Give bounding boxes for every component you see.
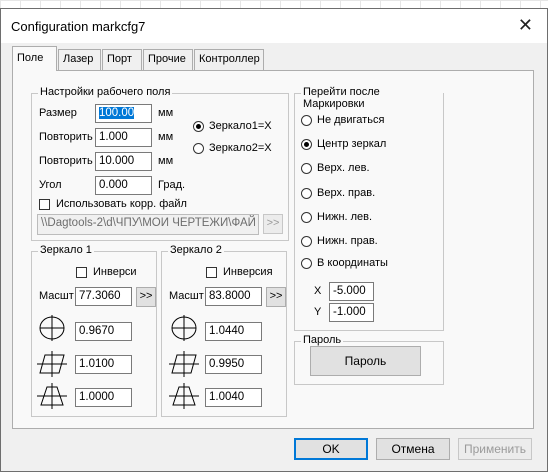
password-button[interactable]: Пароль <box>310 346 421 376</box>
mirror1-legend: Зеркало 1 <box>38 244 94 256</box>
radio-no-move[interactable] <box>301 115 312 126</box>
use-corr-label: Использовать корр. файл <box>56 198 187 210</box>
mirror2-scale-button[interactable]: >> <box>266 287 286 307</box>
angle-label: Угол <box>39 179 62 191</box>
tab-other[interactable]: Прочие <box>143 49 193 70</box>
radio-top-right[interactable] <box>301 188 312 199</box>
trapezoid-icon <box>37 383 67 409</box>
mirror2-param1[interactable]: 1.0440 <box>205 322 262 341</box>
mirror2-scale-input[interactable]: 83.8000 <box>205 287 262 306</box>
repeat2-label: Повторить <box>39 155 93 167</box>
label-center-mirrors: Центр зеркал <box>317 138 387 150</box>
circle-split-icon <box>171 315 197 341</box>
corr-browse-button[interactable]: >> <box>263 214 283 234</box>
tab-controller[interactable]: Контроллер <box>194 49 264 70</box>
mirror2-x-radio[interactable] <box>193 143 204 154</box>
close-icon[interactable]: ✕ <box>518 15 533 35</box>
size-value: 100.00 <box>99 107 135 119</box>
mirror1-param2[interactable]: 1.0100 <box>75 355 132 374</box>
repeat1-label: Повторить <box>39 131 93 143</box>
mirror1-x-label: Зеркало1=X <box>209 120 272 132</box>
after-mark-legend: Перейти после Маркировки <box>301 86 443 110</box>
tab-pole[interactable]: Поле <box>12 46 57 71</box>
parallelogram-icon <box>169 351 199 377</box>
mirror2-param3[interactable]: 1.0040 <box>205 388 262 407</box>
apply-button[interactable]: Применить <box>458 438 532 460</box>
x-coordinate-input[interactable]: -5.000 <box>329 282 374 301</box>
mirror2-invert-checkbox[interactable] <box>206 267 217 278</box>
y-label: Y <box>314 306 322 318</box>
repeat1-input[interactable]: 1.000 <box>95 128 152 147</box>
mirror1-param1[interactable]: 0.9670 <box>75 322 132 341</box>
mirror1-invert-checkbox[interactable] <box>76 267 87 278</box>
window-title: Configuration markcfg7 <box>11 19 146 34</box>
field-settings-legend: Настройки рабочего поля <box>38 86 173 98</box>
mirror1-x-radio[interactable] <box>193 121 204 132</box>
label-bottom-left: Нижн. лев. <box>317 211 373 223</box>
x-label: X <box>314 285 322 297</box>
mirror1-invert-label: Инверси <box>93 266 137 278</box>
size-label: Размер <box>39 107 77 119</box>
repeat2-unit: мм <box>158 155 174 167</box>
label-bottom-right: Нижн. прав. <box>317 235 378 247</box>
size-input[interactable]: 100.00 <box>95 104 152 123</box>
label-top-left: Верх. лев. <box>317 162 370 174</box>
password-legend: Пароль <box>301 334 344 346</box>
mirror1-scale-label: Масшт <box>39 290 74 302</box>
angle-unit: Град. <box>158 179 186 191</box>
corr-file-path[interactable]: \\Dagtools-2\d\ЧПУ\МОИ ЧЕРТЕЖИ\ФАЙ <box>37 214 259 235</box>
radio-bottom-right[interactable] <box>301 236 312 247</box>
mirror2-param2[interactable]: 0.9950 <box>205 355 262 374</box>
mirror2-x-label: Зеркало2=X <box>209 142 272 154</box>
mirror1-scale-button[interactable]: >> <box>136 287 156 307</box>
label-no-move: Не двигаться <box>317 114 385 126</box>
repeat2-input[interactable]: 10.000 <box>95 152 152 171</box>
label-top-right: Верх. прав. <box>317 187 376 199</box>
cancel-button[interactable]: Отмена <box>376 438 450 460</box>
tab-port[interactable]: Порт <box>102 49 142 70</box>
config-dialog: Configuration markcfg7 ✕ Поле Лазер Порт… <box>0 8 548 472</box>
parallelogram-icon <box>37 351 67 377</box>
tab-laser[interactable]: Лазер <box>58 49 101 70</box>
title-bar: Configuration markcfg7 ✕ <box>1 9 547 43</box>
repeat1-unit: мм <box>158 131 174 143</box>
use-corr-checkbox[interactable] <box>39 199 50 210</box>
ok-button[interactable]: OK <box>294 438 368 460</box>
radio-top-left[interactable] <box>301 163 312 174</box>
mirror2-invert-label: Инверсия <box>223 266 273 278</box>
angle-input[interactable]: 0.000 <box>95 176 152 195</box>
trapezoid-icon <box>169 383 199 409</box>
mirror1-param3[interactable]: 1.0000 <box>75 388 132 407</box>
mirror1-scale-input[interactable]: 77.3060 <box>75 287 132 306</box>
y-coordinate-input[interactable]: -1.000 <box>329 303 374 322</box>
mirror2-scale-label: Масшт <box>169 290 204 302</box>
circle-split-icon <box>39 315 65 341</box>
radio-center-mirrors[interactable] <box>301 139 312 150</box>
radio-bottom-left[interactable] <box>301 212 312 223</box>
mirror2-legend: Зеркало 2 <box>168 244 224 256</box>
radio-coordinates[interactable] <box>301 258 312 269</box>
label-coordinates: В координаты <box>317 257 388 269</box>
size-unit: мм <box>158 107 174 119</box>
